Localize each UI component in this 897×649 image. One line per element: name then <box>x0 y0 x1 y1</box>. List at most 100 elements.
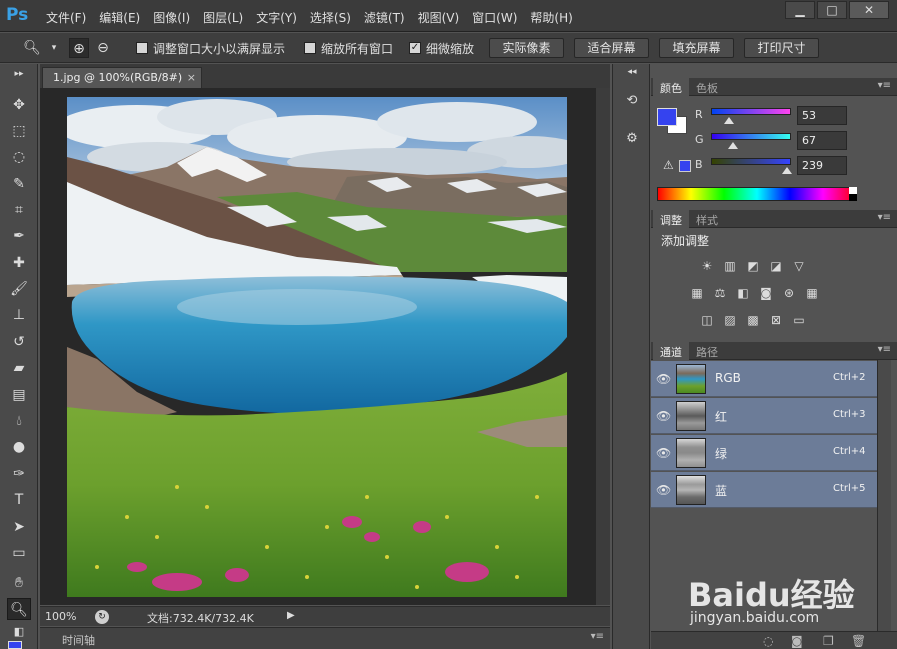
channel-row-red[interactable]: 👁︎ 红 Ctrl+3 <box>651 398 877 434</box>
brightness-contrast-icon[interactable]: ☀ <box>699 258 715 274</box>
zoom-out-icon[interactable]: ⊖ <box>93 38 113 58</box>
tab-adjustments[interactable]: 调整 <box>653 210 689 228</box>
clone-stamp-tool-icon[interactable]: ⊥ <box>7 304 31 326</box>
color-panel-menu-icon[interactable]: ▾≡ <box>878 80 891 91</box>
invert-icon[interactable]: ◫ <box>699 312 715 328</box>
red-slider-thumb[interactable] <box>724 117 734 124</box>
zoom-all-windows-checkbox[interactable] <box>304 42 316 54</box>
rectangle-tool-icon[interactable]: ▭ <box>7 542 31 564</box>
canvas-area[interactable] <box>40 88 610 605</box>
tab-channels[interactable]: 通道 <box>653 342 689 360</box>
eraser-tool-icon[interactable]: ▰ <box>7 357 31 379</box>
menu-type[interactable]: 文字(Y) <box>256 9 297 26</box>
color-spectrum-bar[interactable] <box>657 187 857 201</box>
load-channel-selection-icon[interactable]: ◌ <box>763 634 773 648</box>
gradient-map-icon[interactable]: ▭ <box>791 312 807 328</box>
preset-dropdown-icon[interactable]: ▾ <box>44 38 64 58</box>
toolbox-collapse-icon[interactable]: ▸▸ <box>7 68 31 80</box>
zoom-level[interactable]: 100% <box>45 610 76 623</box>
dock-collapse-icon[interactable]: ◂◂ <box>621 66 643 78</box>
channels-panel-menu-icon[interactable]: ▾≡ <box>878 344 891 355</box>
marquee-tool-icon[interactable]: ⬚ <box>7 120 31 142</box>
tab-paths[interactable]: 路径 <box>689 342 725 360</box>
actual-pixels-button[interactable]: 实际像素 <box>489 38 564 58</box>
channel-mixer-icon[interactable]: ⊛ <box>781 285 797 301</box>
save-selection-channel-icon[interactable]: ◙ <box>791 634 803 648</box>
tab-styles[interactable]: 样式 <box>689 210 725 228</box>
zoom-tool-icon[interactable]: 🔍︎ <box>7 598 31 620</box>
fill-screen-button[interactable]: 填充屏幕 <box>659 38 734 58</box>
crop-tool-icon[interactable]: ⌗ <box>7 199 31 221</box>
gamut-color-swatch[interactable] <box>679 160 691 172</box>
document-image[interactable] <box>67 97 567 597</box>
properties-panel-icon[interactable]: ⚙ <box>621 128 643 150</box>
document-tab[interactable]: 1.jpg @ 100%(RGB/8#) × <box>42 67 202 88</box>
visibility-eye-icon[interactable]: 👁︎ <box>656 372 671 386</box>
minimize-button[interactable]: ▁ <box>785 1 815 19</box>
red-value-field[interactable]: 53 <box>797 106 847 125</box>
restore-button[interactable]: □ <box>817 1 847 19</box>
menu-image[interactable]: 图像(I) <box>153 9 190 26</box>
hue-saturation-icon[interactable]: ▦ <box>689 285 705 301</box>
menu-help[interactable]: 帮助(H) <box>530 9 572 26</box>
black-white-icon[interactable]: ◧ <box>735 285 751 301</box>
blue-slider[interactable] <box>711 158 792 174</box>
visibility-eye-icon[interactable]: 👁︎ <box>656 409 671 423</box>
blue-value-field[interactable]: 239 <box>797 156 847 175</box>
path-selection-tool-icon[interactable]: ➤ <box>7 516 31 538</box>
scrubby-zoom-checkbox[interactable]: ✓ <box>409 42 421 54</box>
status-info-icon[interactable]: ↻ <box>95 610 109 624</box>
visibility-eye-icon[interactable]: 👁︎ <box>656 483 671 497</box>
status-menu-arrow-icon[interactable]: ▶ <box>287 610 295 621</box>
levels-icon[interactable]: ▥ <box>722 258 738 274</box>
green-slider[interactable] <box>711 133 791 149</box>
new-channel-icon[interactable]: ❐ <box>823 634 834 648</box>
fit-screen-button[interactable]: 适合屏幕 <box>574 38 649 58</box>
adjustments-panel-menu-icon[interactable]: ▾≡ <box>878 212 891 223</box>
black-white-ramp[interactable] <box>849 187 857 201</box>
menu-layer[interactable]: 图层(L) <box>203 9 243 26</box>
green-slider-thumb[interactable] <box>728 142 738 149</box>
color-lookup-icon[interactable]: ▦ <box>804 285 820 301</box>
exposure-icon[interactable]: ◪ <box>768 258 784 274</box>
channel-row-blue[interactable]: 👁︎ 蓝 Ctrl+5 <box>651 472 877 508</box>
resize-window-checkbox[interactable] <box>136 42 148 54</box>
timeline-tab[interactable]: 时间轴 <box>62 632 95 648</box>
eyedropper-tool-icon[interactable]: ✒ <box>7 225 31 247</box>
menu-view[interactable]: 视图(V) <box>418 9 460 26</box>
selective-color-icon[interactable]: ⊠ <box>768 312 784 328</box>
history-brush-tool-icon[interactable]: ↺ <box>7 331 31 353</box>
color-balance-icon[interactable]: ⚖ <box>712 285 728 301</box>
foreground-color-swatch[interactable] <box>8 641 22 649</box>
brush-tool-icon[interactable]: 🖌︎ <box>7 278 31 300</box>
curves-icon[interactable]: ◩ <box>745 258 761 274</box>
menu-select[interactable]: 选择(S) <box>310 9 351 26</box>
hand-tool-icon[interactable]: ✋︎ <box>7 572 31 594</box>
dodge-tool-icon[interactable]: ● <box>7 436 31 458</box>
photo-filter-icon[interactable]: ◙ <box>758 285 774 301</box>
healing-brush-tool-icon[interactable]: ✚ <box>7 252 31 274</box>
print-size-button[interactable]: 打印尺寸 <box>744 38 819 58</box>
move-tool-icon[interactable]: ✥ <box>7 94 31 116</box>
close-tab-icon[interactable]: × <box>187 71 196 84</box>
gradient-tool-icon[interactable]: ▤ <box>7 384 31 406</box>
visibility-eye-icon[interactable]: 👁︎ <box>656 446 671 460</box>
delete-channel-icon[interactable]: 🗑︎ <box>851 634 866 648</box>
quick-select-tool-icon[interactable]: ✎ <box>7 173 31 195</box>
tab-swatches[interactable]: 色板 <box>689 78 725 96</box>
type-tool-icon[interactable]: T <box>7 489 31 511</box>
timeline-menu-icon[interactable]: ▾≡ <box>591 631 604 642</box>
menu-filter[interactable]: 滤镜(T) <box>364 9 405 26</box>
posterize-icon[interactable]: ▨ <box>722 312 738 328</box>
vibrance-icon[interactable]: ▽ <box>791 258 807 274</box>
zoom-in-icon[interactable]: ⊕ <box>69 38 89 58</box>
blue-slider-thumb[interactable] <box>782 167 792 174</box>
channel-row-green[interactable]: 👁︎ 绿 Ctrl+4 <box>651 435 877 471</box>
close-button[interactable]: ✕ <box>849 1 889 19</box>
green-value-field[interactable]: 67 <box>797 131 847 150</box>
zoom-tool-preset-icon[interactable]: 🔍︎ <box>22 38 42 58</box>
tab-color[interactable]: 颜色 <box>653 78 689 96</box>
channel-row-rgb[interactable]: 👁︎ RGB Ctrl+2 <box>651 361 877 397</box>
menu-file[interactable]: 文件(F) <box>46 9 86 26</box>
threshold-icon[interactable]: ▩ <box>745 312 761 328</box>
